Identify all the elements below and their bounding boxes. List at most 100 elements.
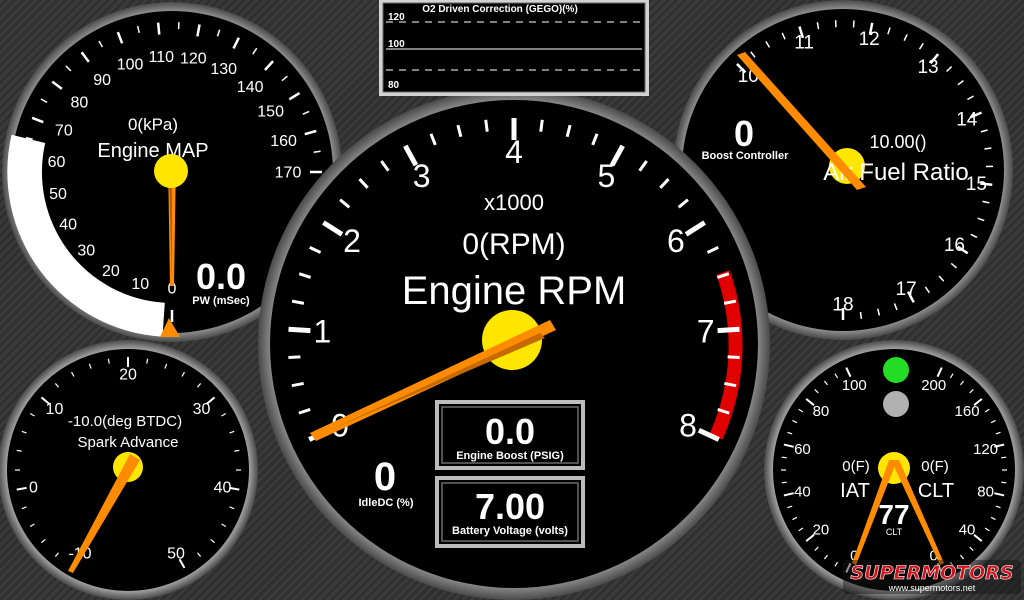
map-tick-label: 40 [59,216,77,233]
major-tick [717,326,740,334]
minor-tick [781,481,787,484]
minor-tick [727,355,740,360]
minor-tick [150,313,153,321]
engine-boost-value: 0.0 [485,411,535,452]
rpm-tick-label: 3 [413,158,431,194]
rpm-multiplier: x1000 [484,190,544,215]
spark-tick-label: 30 [193,401,211,418]
rpm-tick-label: 4 [505,134,523,170]
map-tick-label: 20 [102,263,120,280]
clt-tick-label: 200 [921,377,946,394]
afr-tick-label: 18 [832,295,853,316]
clt-tick-label: 80 [977,483,994,500]
spark-tick-label: 0 [29,479,38,496]
iat-tick-label: 80 [813,403,830,420]
rpm-tick-label: 7 [697,314,715,350]
rpm-title: Engine RPM [402,269,627,313]
spark-value-unit: -10.0(deg BTDC) [68,413,182,430]
map-tick-label: 170 [275,165,302,182]
rpm-tick-label: 5 [597,158,615,194]
spark-tick-label: 10 [46,401,64,418]
map-tick-label: 120 [180,51,207,68]
afr-tick-label: 13 [917,57,938,78]
map-tick-label: 140 [237,79,264,96]
iat-tick-label: 60 [794,441,811,458]
o2-tick-80: 80 [388,80,400,91]
pw-label: PW (mSec) [192,295,250,307]
clt-value: 77 [878,499,909,530]
map-tick-label: 10 [131,276,149,293]
dashboard: 0102030405060708090100 110 120130140150160… [0,0,1024,600]
iat-value-unit: 0(F) [842,458,870,475]
minor-tick [1001,456,1007,459]
rpm-tick-label: 1 [314,314,332,350]
status-light-green-icon [883,357,909,383]
map-tick-label: 80 [71,95,89,112]
minor-tick [288,355,301,360]
map-tick-label: 70 [55,123,73,140]
iat-tick-label: 100 [842,377,867,394]
afr-tick-label: 14 [956,109,978,130]
pw-value: 0.0 [196,256,246,297]
map-tick-label: 150 [257,104,284,121]
spark-tick-label: 50 [167,546,185,563]
map-value-unit: 0(kPa) [128,115,178,134]
watermark: SUPERMOTORS www.supermotors.net [843,560,1021,594]
minor-tick [984,147,992,150]
afr-tick-label: 16 [944,235,965,256]
map-tick-label: 160 [270,133,297,150]
minor-tick [146,358,149,364]
major-tick [156,22,161,35]
afr-tick-label: 17 [896,279,917,300]
minor-tick [539,119,544,132]
map-tick-label: 100 [117,56,144,73]
clt-value-unit: 0(F) [921,458,949,475]
minor-tick [859,311,863,319]
watermark-url: www.supermotors.net [888,583,976,593]
spark-title: Spark Advance [78,434,179,451]
idle-dc-value: 0 [374,455,396,499]
battery-voltage-label: Battery Voltage (volts) [452,525,568,537]
clt-small-label: CLT [886,527,903,537]
rpm-tick-label: 2 [343,223,361,259]
engine-boost-label: Engine Boost (PSIG) [456,450,564,462]
map-tick-label: 30 [77,243,95,260]
minor-tick [484,119,489,132]
watermark-brand: SUPERMOTORS [850,562,1013,584]
map-tick-label: 50 [49,186,67,203]
clt-title: CLT [918,480,954,502]
major-tick [288,326,311,334]
map-title: Engine MAP [97,140,208,162]
afr-tick-label: 12 [859,29,880,50]
spark-tick-label: 40 [214,479,232,496]
minor-tick [852,20,855,28]
battery-voltage-value: 7.00 [475,486,545,527]
afr-tick-label: 15 [966,174,987,195]
battery-voltage-box: 7.00 Battery Voltage (volts) [435,476,585,548]
iat-title: IAT [840,480,870,502]
rpm-tick-label: 6 [667,223,685,259]
map-tick-label: 110 [149,49,175,66]
o2-tick-120: 120 [388,12,405,23]
minor-tick [16,449,22,452]
boost-controller-value: 0 [734,113,754,154]
minor-tick [107,358,110,364]
spark-gauge: -1001020304050 -10.0(deg BTDC) Spark Adv… [0,340,258,600]
afr-value-unit: 10.00() [869,132,926,152]
o2-tick-100: 100 [388,39,405,50]
map-tick-label: 130 [210,61,237,78]
major-tick [22,156,35,161]
rpm-value-unit: 0(RPM) [462,228,565,261]
iat-tick-label: 40 [794,483,811,500]
iat-tick-label: 20 [813,521,830,538]
status-light-grey-icon [883,391,909,417]
spark-tick-label: 20 [119,367,137,384]
rpm-gauge: 0 1 2 3 4 5 6 7 8 x1000 0(RPM) Engine RPM 0 Idle… [258,88,770,600]
minor-tick [1001,481,1007,484]
clt-tick-label: 40 [959,521,976,538]
boost-controller-label: Boost Controller [702,150,789,162]
rpm-tick-label: 8 [679,407,697,443]
o2-chart: O2 Driven Correction (GEGO)(%) 120 100 8… [379,0,649,96]
clt-tick-label: 120 [973,441,998,458]
o2-chart-title: O2 Driven Correction (GEGO)(%) [422,4,578,15]
